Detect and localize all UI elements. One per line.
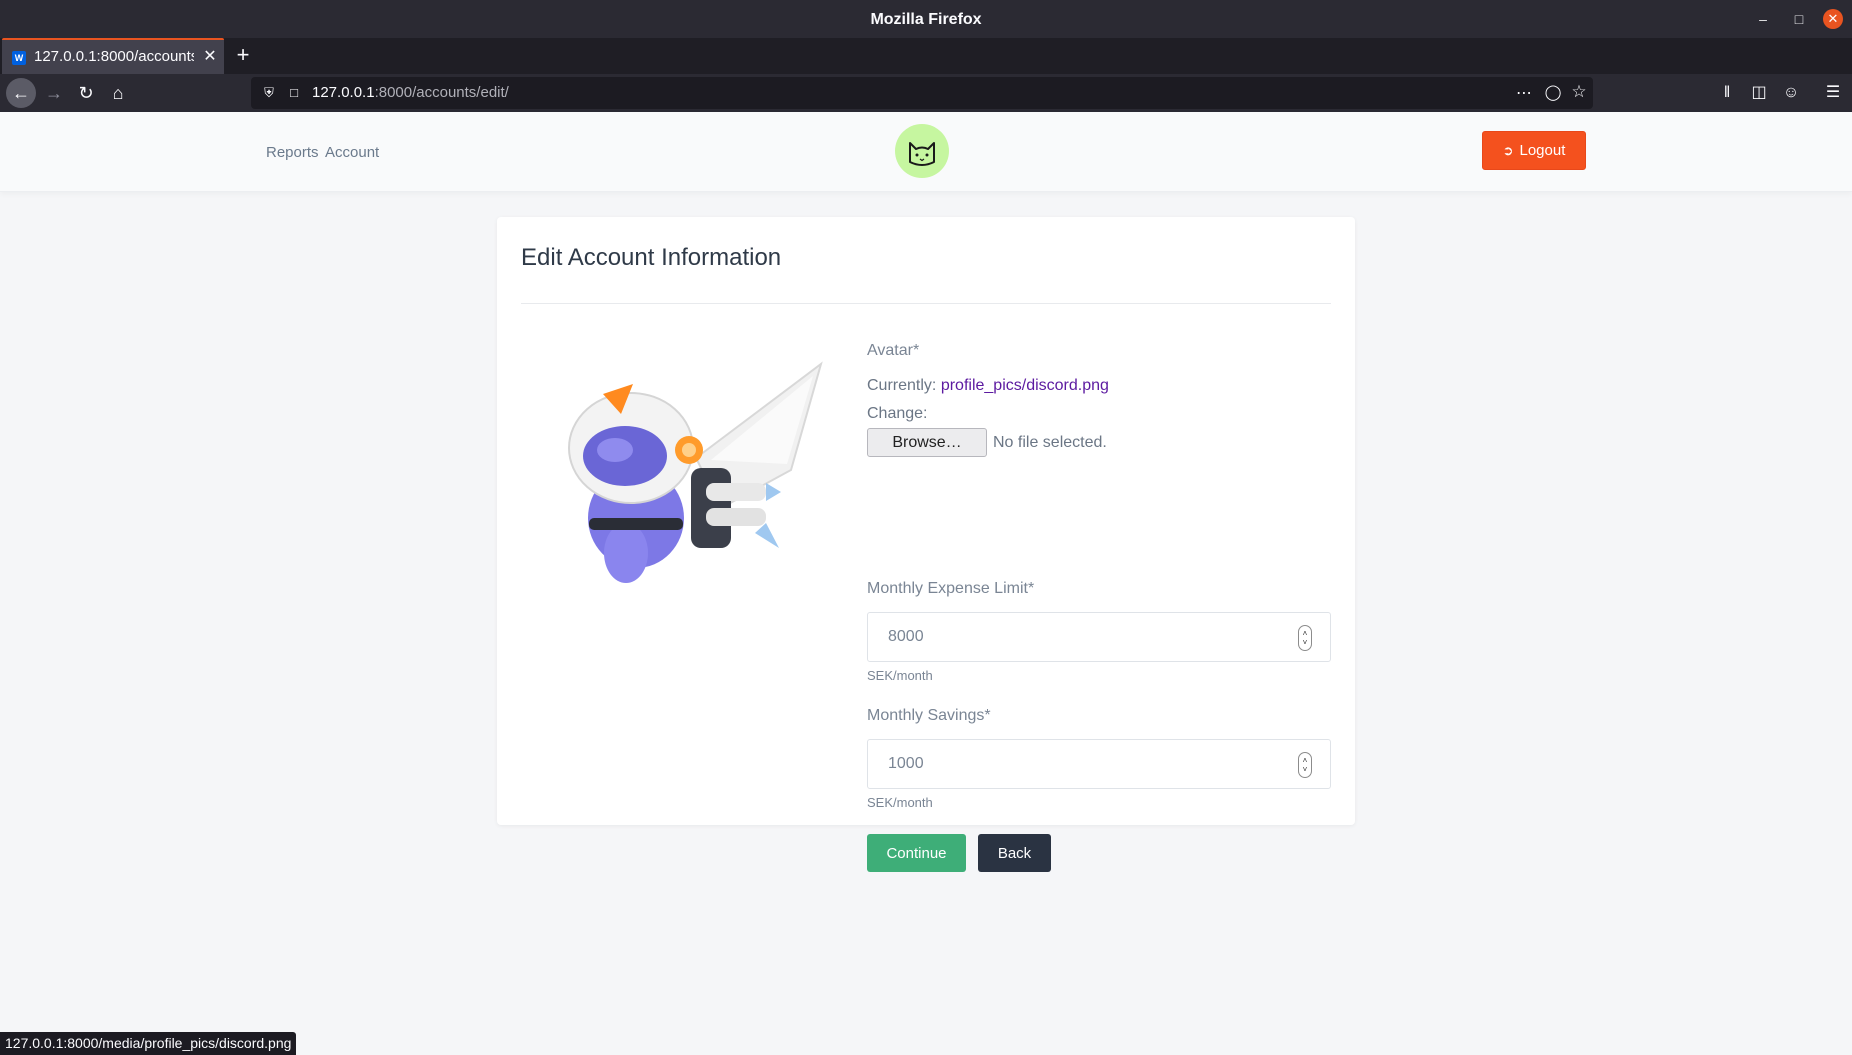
address-bar[interactable]: ⛨ □ 127.0.0.1:8000/accounts/edit/ ⋯ ◯ ☆ [251,77,1593,109]
expense-limit-label: Monthly Expense Limit* [867,580,1035,597]
current-avatar-link[interactable]: profile_pics/discord.png [941,377,1109,394]
maximize-icon[interactable]: □ [1789,9,1809,29]
browse-button[interactable]: Browse… [867,428,987,457]
favicon-icon: W [12,51,26,65]
bookmark-star-icon[interactable]: ☆ [1569,82,1589,102]
savings-spinner-icon[interactable]: ˄ ˅ [1298,752,1312,778]
savings-input[interactable]: 1000 ˄ ˅ [867,739,1331,789]
nav-toolbar: ← → ↻ ⌂ ⛨ □ 127.0.0.1:8000/accounts/edit… [0,74,1852,112]
account-icon[interactable]: ☺ [1780,82,1802,104]
new-tab-icon[interactable]: + [230,42,256,68]
window-titlebar: Mozilla Firefox – □ ✕ [0,0,1852,38]
minimize-icon[interactable]: – [1753,9,1773,29]
hamburger-menu-icon[interactable]: ☰ [1822,82,1844,104]
url-text[interactable]: 127.0.0.1:8000/accounts/edit/ [312,84,509,101]
change-label: Change: [867,405,928,422]
sign-out-icon: ➲ [1502,142,1514,158]
tab-bar: W 127.0.0.1:8000/accounts/edit/ ✕ + [0,38,1852,74]
nav-link-reports[interactable]: Reports [266,144,319,161]
pocket-icon[interactable]: ◯ [1543,83,1563,101]
page-info-icon[interactable]: □ [287,84,301,102]
expense-spinner-icon[interactable]: ˄ ˅ [1298,625,1312,651]
reload-icon[interactable]: ↻ [71,78,101,108]
tab-active[interactable]: W 127.0.0.1:8000/accounts/edit/ ✕ [2,38,224,74]
logout-button[interactable]: ➲ Logout [1482,131,1586,170]
file-status-text: No file selected. [993,434,1107,451]
back-button[interactable]: Back [978,834,1051,872]
expense-limit-value: 8000 [888,628,924,645]
more-actions-icon[interactable]: ⋯ [1513,83,1535,103]
divider [521,303,1331,304]
forward-arrow-icon[interactable]: → [39,78,69,108]
close-window-icon[interactable]: ✕ [1823,9,1843,29]
savings-value: 1000 [888,755,924,772]
avatar-label: Avatar* [867,342,920,359]
library-icon[interactable]: ‖ [1716,82,1738,104]
avatar-image [541,348,831,598]
url-host: 127.0.0.1 [312,84,375,101]
logout-label: Logout [1519,142,1566,159]
currently-prefix: Currently: [867,377,937,394]
home-icon[interactable]: ⌂ [103,78,133,108]
savings-label: Monthly Savings* [867,707,991,724]
back-arrow-icon[interactable]: ← [6,78,36,108]
cat-logo-icon[interactable] [895,124,949,178]
status-bar-url: 127.0.0.1:8000/media/profile_pics/discor… [0,1032,297,1055]
page-content: Reports Account ➲ Logout Edit Account In… [0,112,1852,1055]
site-header: Reports Account ➲ Logout [0,112,1852,192]
page-title: Edit Account Information [521,244,782,271]
currently-row: Currently: profile_pics/discord.png [867,377,1109,395]
sidebar-icon[interactable]: ◫ [1748,82,1770,104]
expense-limit-input[interactable]: 8000 ˄ ˅ [867,612,1331,662]
tab-title: 127.0.0.1:8000/accounts/edit/ [34,48,194,65]
edit-account-card: Edit Account Information Avatar* Current… [497,217,1355,872]
nav-link-account[interactable]: Account [325,144,379,161]
window-title: Mozilla Firefox [870,11,982,28]
tab-close-icon[interactable]: ✕ [200,47,220,67]
shield-icon[interactable]: ⛨ [261,84,277,102]
savings-unit-hint: SEK/month [867,795,933,810]
url-path: :8000/accounts/edit/ [374,84,509,101]
expense-unit-hint: SEK/month [867,668,933,683]
continue-button[interactable]: Continue [867,834,966,872]
